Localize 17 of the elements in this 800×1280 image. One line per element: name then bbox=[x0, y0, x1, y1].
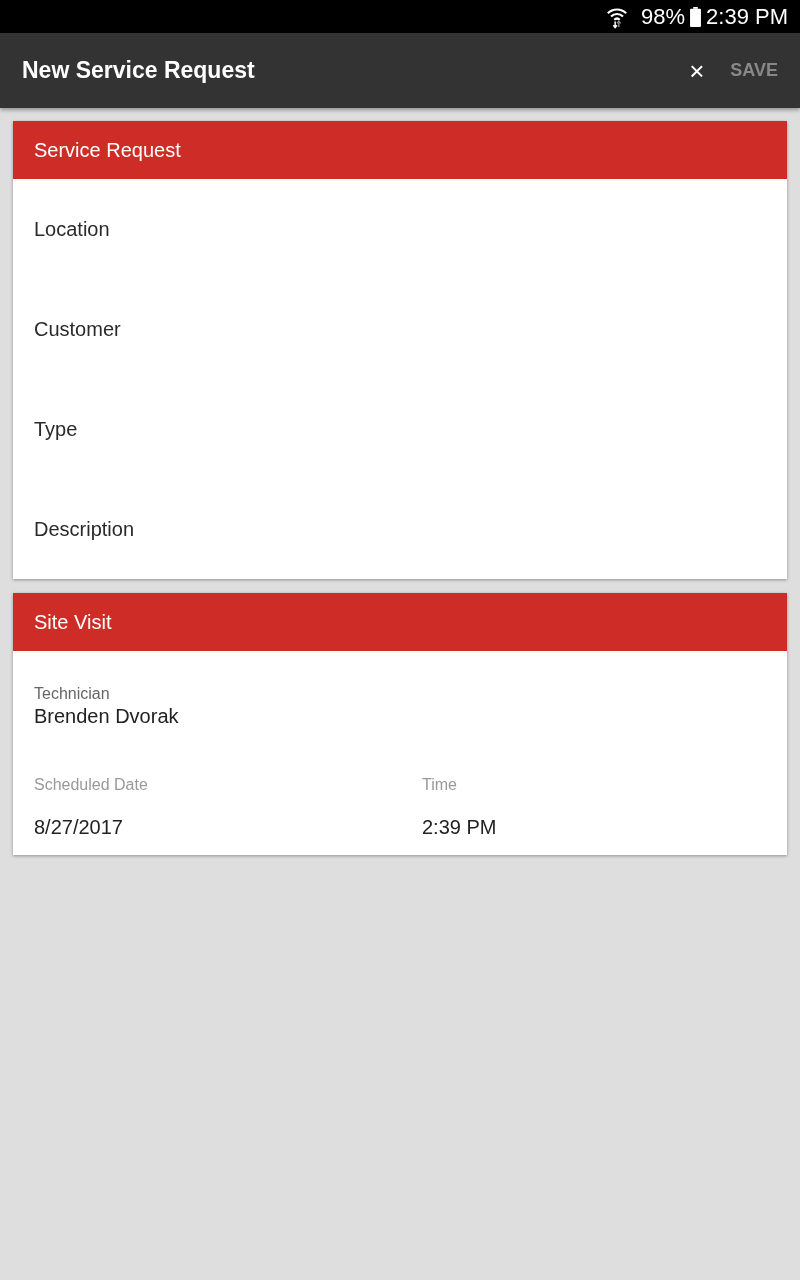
battery-percent: 98% bbox=[641, 3, 686, 30]
input-field[interactable]: Customer bbox=[34, 317, 766, 341]
screen-title: New Service Request bbox=[22, 57, 256, 84]
card-title: Site Visit bbox=[34, 610, 112, 634]
clock: 2:39 PM bbox=[706, 3, 788, 30]
input-field[interactable]: 8/27/2017 bbox=[34, 814, 422, 839]
input-field[interactable]: Description bbox=[34, 517, 766, 541]
close-button[interactable]: × bbox=[685, 53, 709, 88]
field-label: Technician bbox=[34, 685, 111, 703]
input-field[interactable]: 2:39 PM bbox=[422, 814, 766, 839]
field-label: Time bbox=[422, 776, 458, 794]
input-field[interactable]: Location bbox=[34, 217, 766, 241]
card-title: Service Request bbox=[34, 138, 181, 162]
input-field[interactable]: Brenden Dvorak bbox=[34, 703, 766, 728]
battery-icon bbox=[690, 6, 702, 27]
field-label: Scheduled Date bbox=[34, 776, 149, 794]
input-field[interactable]: Type bbox=[34, 417, 766, 441]
